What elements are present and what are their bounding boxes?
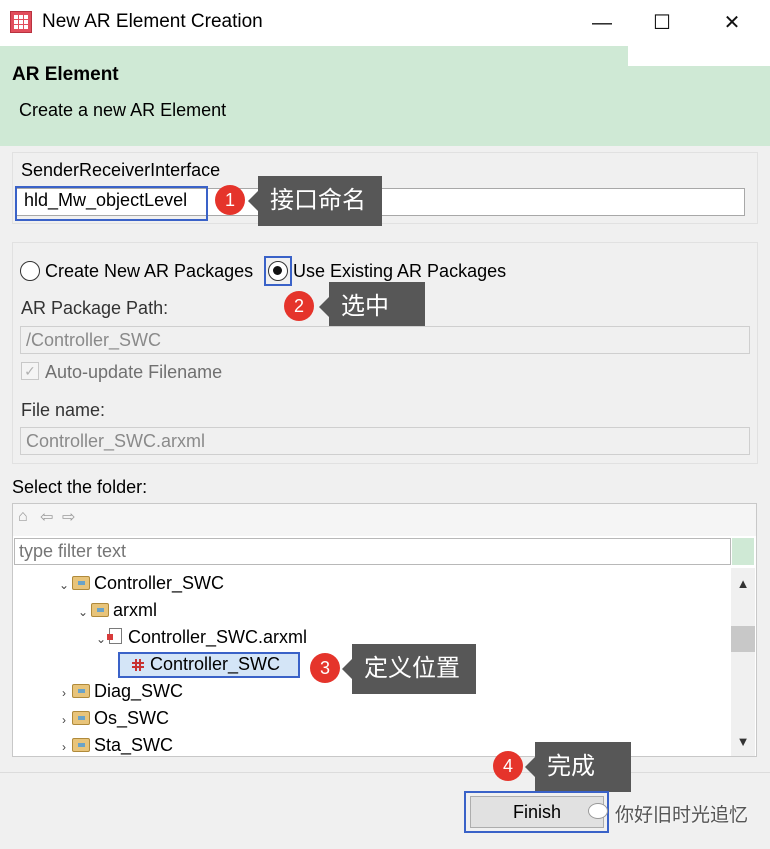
tree-item-label: Diag_SWC — [94, 681, 184, 701]
tree-item-selected[interactable]: Controller_SWC — [132, 651, 280, 678]
tree-item-label: arxml — [113, 600, 157, 620]
interface-label: SenderReceiverInterface — [21, 160, 221, 180]
annotation-callout-4: 完成 — [525, 742, 631, 792]
use-existing-packages-label[interactable]: Use Existing AR Packages — [293, 261, 506, 282]
maximize-button[interactable]: ☐ — [632, 0, 692, 46]
file-name-label: File name: — [21, 400, 106, 420]
create-new-packages-radio[interactable] — [20, 261, 40, 281]
forward-icon[interactable]: ⇨ — [62, 507, 75, 527]
use-existing-packages-radio[interactable] — [268, 261, 288, 281]
chevron-right-icon[interactable]: › — [56, 707, 72, 734]
auto-update-checkbox[interactable]: ✓ — [21, 362, 39, 380]
scrollbar-thumb[interactable] — [731, 626, 755, 652]
package-path-label: AR Package Path: — [21, 298, 169, 318]
minimize-button[interactable]: — — [572, 0, 632, 46]
folder-icon — [91, 603, 109, 617]
create-new-packages-label[interactable]: Create New AR Packages — [45, 261, 253, 282]
file-name-input[interactable]: Controller_SWC.arxml — [20, 427, 750, 455]
tree-item-label: Controller_SWC — [94, 573, 225, 593]
back-icon[interactable]: ⇦ — [40, 507, 53, 527]
annotation-callout-3: 定义位置 — [342, 644, 476, 694]
annotation-callout-1: 接口命名 — [248, 176, 382, 226]
header-title: AR Element — [12, 64, 119, 85]
scroll-up-icon[interactable]: ▲ — [731, 576, 755, 591]
folder-icon — [72, 576, 90, 590]
tree-item[interactable]: ⌄ Controller_SWC.arxml — [93, 624, 307, 651]
folder-icon — [72, 711, 90, 725]
folder-icon — [72, 684, 90, 698]
folder-icon — [72, 738, 90, 752]
footer-divider — [0, 772, 770, 773]
header-corner — [628, 46, 770, 66]
tree-item-label: Controller_SWC — [150, 654, 281, 674]
auto-update-label: Auto-update Filename — [45, 362, 223, 382]
chevron-right-icon[interactable]: › — [56, 680, 72, 707]
ar-element-icon — [132, 659, 144, 671]
chevron-right-icon[interactable]: › — [56, 734, 72, 761]
tree-item[interactable]: › Diag_SWC — [56, 678, 183, 705]
annotation-badge-2: 2 — [284, 291, 314, 321]
tree-toolbar — [13, 504, 756, 536]
watermark-text: 你好旧时光追忆 — [615, 805, 749, 826]
select-folder-label: Select the folder: — [12, 477, 148, 497]
app-icon — [10, 11, 32, 33]
interface-name-value: hld_Mw_objectLevel — [24, 190, 188, 210]
watermark-icon — [588, 803, 608, 819]
finish-button[interactable]: Finish — [470, 796, 604, 828]
tree-item[interactable]: › Os_SWC — [56, 705, 169, 732]
chevron-down-icon[interactable]: ⌄ — [75, 599, 91, 626]
chevron-down-icon[interactable]: ⌄ — [56, 572, 72, 599]
home-icon[interactable]: ⌂ — [18, 508, 28, 526]
close-button[interactable]: ✕ — [702, 0, 762, 46]
package-path-input[interactable]: /Controller_SWC — [20, 326, 750, 354]
arxml-file-icon — [107, 628, 122, 644]
filter-input[interactable] — [14, 538, 731, 565]
header-subtitle: Create a new AR Element — [19, 100, 227, 120]
tree-item[interactable]: ⌄ arxml — [75, 597, 157, 624]
annotation-badge-1: 1 — [215, 185, 245, 215]
scroll-down-icon[interactable]: ▼ — [731, 734, 755, 749]
annotation-callout-2: 选中 — [319, 282, 425, 332]
tree-scrollbar[interactable] — [731, 568, 755, 756]
tree-item-label: Controller_SWC.arxml — [128, 627, 308, 647]
clear-filter-icon[interactable] — [732, 538, 754, 565]
tree-item-label: Os_SWC — [94, 708, 170, 728]
tree-item[interactable]: ⌄ Controller_SWC — [56, 570, 224, 597]
annotation-badge-4: 4 — [493, 751, 523, 781]
tree-item-label: Sta_SWC — [94, 735, 174, 755]
window-title: New AR Element Creation — [42, 11, 263, 32]
annotation-badge-3: 3 — [310, 653, 340, 683]
tree-item[interactable]: › Sta_SWC — [56, 732, 173, 759]
